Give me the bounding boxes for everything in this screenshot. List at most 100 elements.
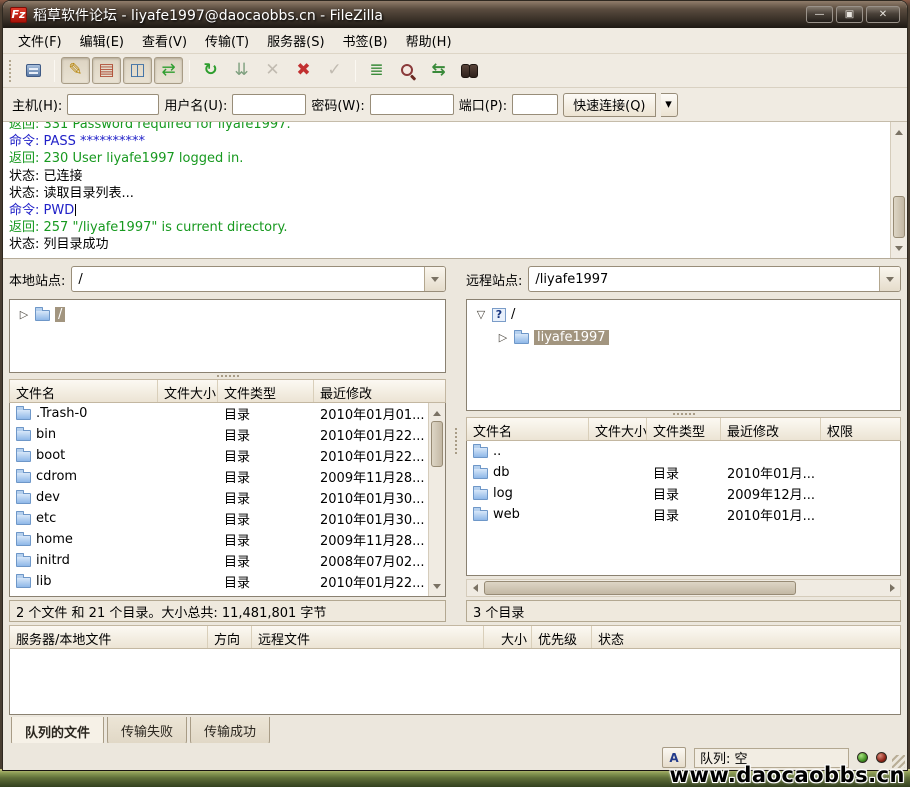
reconnect-button[interactable]: ✓ <box>320 57 349 84</box>
toolbar-separator <box>189 60 190 82</box>
column-modified[interactable]: 最近修改 <box>721 418 821 440</box>
file-row[interactable]: etc 目录 2010年01月30... <box>10 508 445 529</box>
folder-icon <box>16 451 31 462</box>
queue-list <box>9 649 901 715</box>
password-input[interactable] <box>370 94 454 115</box>
folder-icon <box>16 472 31 483</box>
remote-path-combobox[interactable]: /liyafe1997 <box>528 266 901 292</box>
find-files-button[interactable] <box>455 57 484 84</box>
folder-icon <box>16 577 31 588</box>
file-row[interactable]: home 目录 2009年11月28... <box>10 529 445 550</box>
maximize-button[interactable]: ▣ <box>836 6 863 23</box>
scroll-thumb[interactable] <box>893 196 905 238</box>
close-button[interactable]: ✕ <box>866 6 900 23</box>
file-row[interactable]: bin 目录 2010年01月22... <box>10 424 445 445</box>
refresh-button[interactable]: ↻ <box>196 57 225 84</box>
tree-item-child[interactable]: ▷ liyafe1997 <box>469 326 898 349</box>
column-priority[interactable]: 优先级 <box>532 626 592 648</box>
column-filename[interactable]: 文件名 <box>10 380 158 402</box>
send-indicator-icon <box>857 752 868 763</box>
column-size[interactable]: 大小 <box>484 626 532 648</box>
tree-item-root[interactable]: ▽ ? / <box>469 303 898 326</box>
filter-icon: ≣ <box>369 62 383 79</box>
remote-site-bar: 远程站点: /liyafe1997 <box>460 259 907 299</box>
filter-button[interactable]: ≣ <box>362 57 391 84</box>
log-line: 返回: 331 Password required for liyafe1997… <box>9 122 907 133</box>
scroll-down-icon[interactable] <box>429 578 445 594</box>
file-row[interactable]: log 目录 2009年12月... <box>467 483 900 504</box>
chevron-down-icon[interactable] <box>879 267 900 291</box>
local-site-label: 本地站点: <box>9 270 65 289</box>
unknown-folder-icon: ? <box>492 308 506 322</box>
column-server-local-file[interactable]: 服务器/本地文件 <box>10 626 208 648</box>
queue-header: 服务器/本地文件 方向 远程文件 大小 优先级 状态 <box>9 625 901 649</box>
toggle-log-button[interactable]: ✎ <box>61 57 90 84</box>
local-list-scrollbar[interactable] <box>428 403 445 596</box>
quickconnect-button[interactable]: 快速连接(Q) <box>563 93 655 117</box>
column-status[interactable]: 状态 <box>592 626 900 648</box>
file-row[interactable]: initrd 目录 2008年07月02... <box>10 550 445 571</box>
toggle-queue-button[interactable]: ⇄ <box>154 57 183 84</box>
scroll-thumb[interactable] <box>431 421 443 467</box>
remote-horizontal-scrollbar[interactable] <box>466 579 901 597</box>
scroll-down-icon[interactable] <box>891 240 907 256</box>
file-row[interactable]: .Trash-0 目录 2010年01月01... <box>10 403 445 424</box>
toggle-remote-tree-button[interactable]: ◫ <box>123 57 152 84</box>
expander-icon[interactable]: ▷ <box>18 308 30 321</box>
file-row[interactable]: boot 目录 2010年01月22... <box>10 445 445 466</box>
column-modified[interactable]: 最近修改 <box>314 380 445 402</box>
toolbar-grip <box>9 60 14 82</box>
transfer-queue: 服务器/本地文件 方向 远程文件 大小 优先级 状态 队列的文件 传输失败 传输… <box>3 623 907 743</box>
menu-edit[interactable]: 编辑(E) <box>71 28 133 53</box>
column-filesize[interactable]: 文件大小 <box>589 418 647 440</box>
column-direction[interactable]: 方向 <box>208 626 252 648</box>
file-row[interactable]: cdrom 目录 2009年11月28... <box>10 466 445 487</box>
pane-splitter[interactable] <box>452 259 460 623</box>
tab-failed-transfers[interactable]: 传输失败 <box>107 717 187 746</box>
directory-compare-button[interactable] <box>393 57 422 84</box>
column-filetype[interactable]: 文件类型 <box>218 380 314 402</box>
local-path-combobox[interactable]: / <box>71 266 446 292</box>
chevron-down-icon[interactable] <box>424 267 445 291</box>
menu-transfer[interactable]: 传输(T) <box>196 28 258 53</box>
local-site-bar: 本地站点: / <box>3 259 452 299</box>
column-permissions[interactable]: 权限 <box>821 418 900 440</box>
quickconnect-dropdown-button[interactable]: ▾ <box>661 93 678 117</box>
menu-server[interactable]: 服务器(S) <box>258 28 333 53</box>
minimize-button[interactable]: — <box>806 6 833 23</box>
tab-successful-transfers[interactable]: 传输成功 <box>190 717 270 746</box>
toggle-local-tree-button[interactable]: ▤ <box>92 57 121 84</box>
username-input[interactable] <box>232 94 306 115</box>
file-row[interactable]: dev 目录 2010年01月30... <box>10 487 445 508</box>
cancel-button[interactable]: ✕ <box>258 57 287 84</box>
column-remote-file[interactable]: 远程文件 <box>252 626 484 648</box>
file-row[interactable]: lib 目录 2010年01月22... <box>10 571 445 592</box>
disconnect-button[interactable]: ✖ <box>289 57 318 84</box>
menu-help[interactable]: 帮助(H) <box>397 28 461 53</box>
log-scrollbar[interactable] <box>890 122 907 258</box>
file-row[interactable]: db 目录 2010年01月... <box>467 462 900 483</box>
scroll-up-icon[interactable] <box>891 124 907 140</box>
process-queue-button[interactable]: ⇊ <box>227 57 256 84</box>
column-filesize[interactable]: 文件大小 <box>158 380 218 402</box>
column-filename[interactable]: 文件名 <box>467 418 589 440</box>
host-input[interactable] <box>67 94 159 115</box>
toolbar-separator <box>54 60 55 82</box>
menu-view[interactable]: 查看(V) <box>133 28 196 53</box>
file-row[interactable]: .. <box>467 441 900 462</box>
column-filetype[interactable]: 文件类型 <box>647 418 721 440</box>
scroll-up-icon[interactable] <box>429 405 445 421</box>
menu-bookmarks[interactable]: 书签(B) <box>334 28 397 53</box>
scroll-thumb[interactable] <box>484 581 796 595</box>
sync-browse-button[interactable]: ⇆ <box>424 57 453 84</box>
expander-icon[interactable]: ▷ <box>497 331 509 344</box>
expander-icon[interactable]: ▽ <box>475 308 487 321</box>
scroll-left-icon[interactable] <box>467 580 483 596</box>
tree-item-root[interactable]: ▷ / <box>12 303 443 326</box>
watermark-text: www.daocaobbs.cn <box>670 763 905 787</box>
file-row[interactable]: web 目录 2010年01月... <box>467 504 900 525</box>
menu-file[interactable]: 文件(F) <box>9 28 71 53</box>
scroll-right-icon[interactable] <box>884 580 900 596</box>
site-manager-button[interactable] <box>19 57 48 84</box>
port-input[interactable] <box>512 94 558 115</box>
